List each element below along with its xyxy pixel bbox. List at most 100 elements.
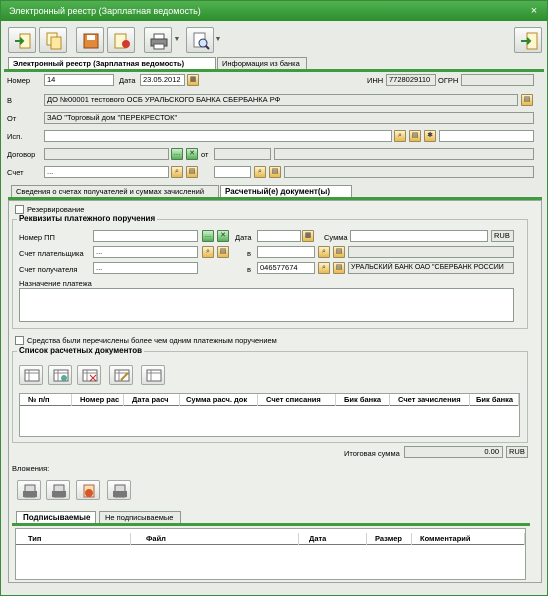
bik-select-button[interactable]: ▤ <box>333 262 345 274</box>
dogovor-label: Договор <box>7 150 36 159</box>
schet-plat-search-button[interactable]: ⌕ <box>202 246 214 258</box>
attach-add-icon <box>23 484 37 498</box>
folder-icon: ▤ <box>335 264 343 271</box>
summa-label: Сумма <box>324 233 348 242</box>
isp-extra-field[interactable] <box>439 130 534 142</box>
exit-button[interactable] <box>514 27 542 53</box>
calendar-button[interactable]: ▦ <box>187 74 199 86</box>
total-label: Итоговая сумма <box>344 449 400 458</box>
bik-search-button[interactable]: ⌕ <box>318 262 330 274</box>
col-num: № п/п <box>20 394 72 406</box>
nomer-label: Номер <box>7 76 31 85</box>
ot-label: От <box>7 114 17 123</box>
print-dropdown-arrow[interactable]: ▼ <box>173 27 181 53</box>
schet2-field[interactable] <box>214 166 251 178</box>
clear-x-icon: ✕ <box>220 232 226 239</box>
schet-plat-field[interactable]: ... <box>93 246 198 258</box>
delete-row-icon <box>82 369 98 382</box>
col-type: Тип <box>16 533 131 545</box>
schet2-select-button[interactable]: ▤ <box>269 166 281 178</box>
total-currency-field: RUB <box>506 446 528 458</box>
isp-select-button[interactable]: ▤ <box>409 130 421 142</box>
clear-x-icon: ✕ <box>189 150 195 157</box>
bik-field[interactable]: 046577674 <box>257 262 315 274</box>
col-debit-account: Счет списания <box>258 394 336 406</box>
bank-plat-name-field <box>348 246 514 258</box>
nomer-pp-clear-button[interactable]: ✕ <box>217 230 229 242</box>
schet-plat-label: Счет плательщика <box>19 249 84 258</box>
delete-doc-button[interactable] <box>77 365 101 385</box>
total-field: 0.00 <box>404 446 503 458</box>
search-icon: ⌕ <box>322 248 326 255</box>
dogovor-select-button[interactable]: … <box>171 148 183 160</box>
schet-extra-field <box>284 166 534 178</box>
attach-view-button[interactable] <box>46 480 70 500</box>
summa-field[interactable] <box>350 230 488 242</box>
ogrn-label: ОГРН <box>438 76 459 85</box>
reserve-checkbox[interactable] <box>15 205 24 214</box>
dogovor-date-field <box>214 148 271 160</box>
edit-doc-button[interactable] <box>48 365 72 385</box>
dogovor-extra-field <box>274 148 534 160</box>
col-doc-sum: Сумма расч. док <box>180 394 258 406</box>
close-button[interactable]: × <box>527 5 541 17</box>
folder-icon: ▤ <box>271 168 279 175</box>
schet-search-button[interactable]: ⌕ <box>171 166 183 178</box>
ogrn-field <box>461 74 534 86</box>
folder-icon: ▤ <box>188 168 196 175</box>
nomer-pp-label: Номер ПП <box>19 233 55 242</box>
preview-button[interactable] <box>186 27 214 53</box>
naznach-field[interactable] <box>19 288 514 322</box>
search-icon: ⌕ <box>206 248 210 255</box>
edit-row-icon <box>53 369 69 382</box>
print-button[interactable] <box>144 27 172 53</box>
isp-settings-button[interactable]: ✱ <box>424 130 436 142</box>
folder-icon: ▤ <box>219 248 227 255</box>
v2-label: в <box>247 265 251 274</box>
bank-plat-field[interactable] <box>257 246 315 258</box>
add-doc-button[interactable] <box>19 365 43 385</box>
isp-search-button[interactable]: ⌕ <box>394 130 406 142</box>
schet2-search-button[interactable]: ⌕ <box>254 166 266 178</box>
isp-field[interactable] <box>44 130 392 142</box>
date-field[interactable]: 23.05.2012 <box>140 74 185 86</box>
attach-save-button[interactable] <box>107 480 131 500</box>
copy-button[interactable] <box>39 27 67 53</box>
export-row-icon <box>146 369 162 382</box>
payment-calendar-button[interactable]: ▦ <box>302 230 314 242</box>
v-select-button[interactable]: ▤ <box>521 94 533 106</box>
multi-payment-checkbox[interactable] <box>15 336 24 345</box>
nomer-pp-field[interactable] <box>93 230 198 242</box>
col-doc-number: Номер рас <box>72 394 124 406</box>
sign-button[interactable] <box>107 27 135 53</box>
col-doc-date: Дата расч <box>124 394 180 406</box>
schet-field[interactable]: ... <box>44 166 169 178</box>
search-icon: ⌕ <box>258 168 262 175</box>
dogovor-clear-button[interactable]: ✕ <box>186 148 198 160</box>
payment-date-field[interactable] <box>257 230 301 242</box>
currency-field: RUB <box>491 230 514 242</box>
export-doc-button[interactable] <box>141 365 165 385</box>
bank-plat-select-button[interactable]: ▤ <box>333 246 345 258</box>
nomer-field[interactable]: 14 <box>44 74 114 86</box>
view-doc-button[interactable] <box>109 365 133 385</box>
dogovor-ot-label: от <box>201 150 209 159</box>
attach-delete-button[interactable] <box>76 480 100 500</box>
preview-dropdown-arrow[interactable]: ▼ <box>214 27 222 53</box>
payment-date-label: Дата <box>235 233 252 242</box>
preview-icon <box>193 32 210 50</box>
schet-plat-select-button[interactable]: ▤ <box>217 246 229 258</box>
schet-select-button[interactable]: ▤ <box>186 166 198 178</box>
window-title: Электронный реестр (Зарплатная ведомость… <box>1 1 547 21</box>
col-size: Размер <box>367 533 412 545</box>
dots-icon: … <box>204 232 212 239</box>
import-icon <box>15 33 31 49</box>
bank-plat-search-button[interactable]: ⌕ <box>318 246 330 258</box>
dogovor-field <box>44 148 169 160</box>
save-button[interactable] <box>76 27 104 53</box>
search-icon: ⌕ <box>322 264 326 271</box>
import-button[interactable] <box>8 27 36 53</box>
attach-add-button[interactable] <box>17 480 41 500</box>
nomer-pp-select-button[interactable]: … <box>202 230 214 242</box>
schet-pol-field[interactable]: ... <box>93 262 198 274</box>
